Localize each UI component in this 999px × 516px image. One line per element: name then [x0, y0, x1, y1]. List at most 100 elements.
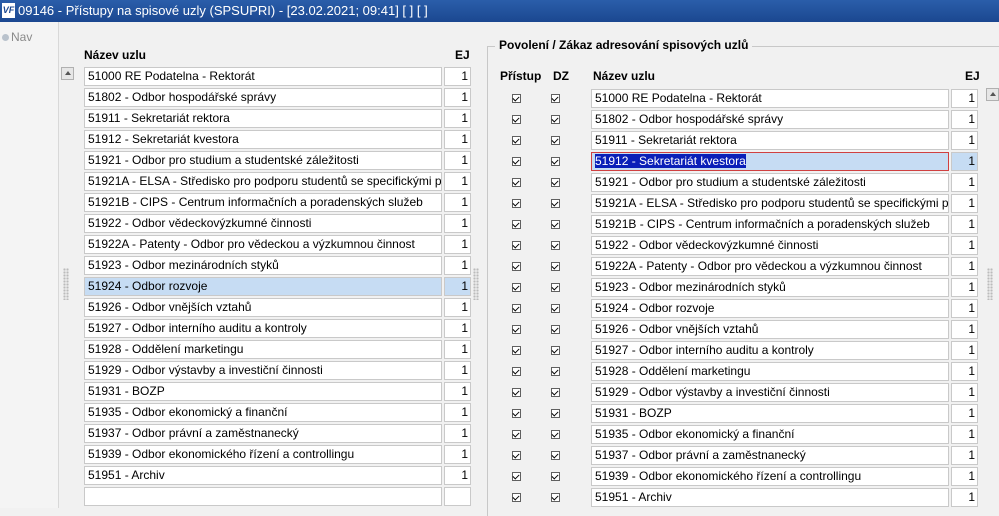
access-checkbox[interactable]: [512, 199, 521, 208]
right-row-name-field[interactable]: 51937 - Odbor právní a zaměstnanecký: [591, 446, 949, 465]
middle-splitter-grip-icon[interactable]: [473, 268, 479, 300]
right-row-ej-field[interactable]: 1: [951, 215, 978, 234]
right-row-name-field[interactable]: 51951 - Archiv: [591, 488, 949, 507]
left-row-ej-field[interactable]: 1: [444, 424, 471, 443]
left-splitter-grip-icon[interactable]: [63, 268, 69, 300]
dz-checkbox[interactable]: [551, 367, 560, 376]
left-row-name-field[interactable]: 51922 - Odbor vědeckovýzkumné činnosti: [84, 214, 442, 233]
dz-checkbox[interactable]: [551, 283, 560, 292]
right-row-name-field[interactable]: 51921B - CIPS - Centrum informačních a p…: [591, 215, 949, 234]
left-row-name-field[interactable]: 51921B - CIPS - Centrum informačních a p…: [84, 193, 442, 212]
dz-checkbox[interactable]: [551, 304, 560, 313]
left-scroll-up-icon[interactable]: [61, 67, 74, 80]
right-row-ej-field[interactable]: 1: [951, 152, 978, 171]
right-row-ej-field[interactable]: 1: [951, 404, 978, 423]
access-checkbox[interactable]: [512, 262, 521, 271]
dz-checkbox[interactable]: [551, 325, 560, 334]
access-checkbox[interactable]: [512, 220, 521, 229]
access-checkbox[interactable]: [512, 472, 521, 481]
left-row-name-field[interactable]: 51935 - Odbor ekonomický a finanční: [84, 403, 442, 422]
dz-checkbox[interactable]: [551, 136, 560, 145]
right-row-ej-field[interactable]: 1: [951, 110, 978, 129]
left-row-name-field[interactable]: 51802 - Odbor hospodářské správy: [84, 88, 442, 107]
left-row-name-field[interactable]: 51921 - Odbor pro studium a studentské z…: [84, 151, 442, 170]
right-row-name-field[interactable]: 51928 - Oddělení marketingu: [591, 362, 949, 381]
left-row-ej-field[interactable]: 1: [444, 382, 471, 401]
access-checkbox[interactable]: [512, 136, 521, 145]
access-checkbox[interactable]: [512, 409, 521, 418]
dz-checkbox[interactable]: [551, 199, 560, 208]
access-checkbox[interactable]: [512, 115, 521, 124]
left-row-ej-field[interactable]: 1: [444, 403, 471, 422]
left-row-name-field[interactable]: 51922A - Patenty - Odbor pro vědeckou a …: [84, 235, 442, 254]
right-row-name-field[interactable]: 51921 - Odbor pro studium a studentské z…: [591, 173, 949, 192]
left-row-name-field[interactable]: 51926 - Odbor vnějších vztahů: [84, 298, 442, 317]
left-row-ej-field[interactable]: [444, 487, 471, 506]
dz-checkbox[interactable]: [551, 262, 560, 271]
right-row-name-field[interactable]: 51911 - Sekretariát rektora: [591, 131, 949, 150]
left-row-ej-field[interactable]: 1: [444, 130, 471, 149]
right-row-name-field[interactable]: 51912 - Sekretariát kvestora: [591, 152, 949, 171]
access-checkbox[interactable]: [512, 304, 521, 313]
left-row-ej-field[interactable]: 1: [444, 319, 471, 338]
left-row-name-field[interactable]: 51000 RE Podatelna - Rektorát: [84, 67, 442, 86]
right-row-name-field[interactable]: 51924 - Odbor rozvoje: [591, 299, 949, 318]
right-scroll-up-icon[interactable]: [986, 88, 999, 101]
dz-checkbox[interactable]: [551, 388, 560, 397]
left-row-ej-field[interactable]: 1: [444, 445, 471, 464]
access-checkbox[interactable]: [512, 94, 521, 103]
right-row-ej-field[interactable]: 1: [951, 194, 978, 213]
right-row-ej-field[interactable]: 1: [951, 320, 978, 339]
right-row-name-field[interactable]: 51927 - Odbor interního auditu a kontrol…: [591, 341, 949, 360]
access-checkbox[interactable]: [512, 367, 521, 376]
right-row-name-field[interactable]: 51802 - Odbor hospodářské správy: [591, 110, 949, 129]
left-row-ej-field[interactable]: 1: [444, 214, 471, 233]
dz-checkbox[interactable]: [551, 157, 560, 166]
dz-checkbox[interactable]: [551, 472, 560, 481]
nav-button[interactable]: Nav: [2, 30, 32, 44]
right-row-ej-field[interactable]: 1: [951, 236, 978, 255]
access-checkbox[interactable]: [512, 346, 521, 355]
left-row-ej-field[interactable]: 1: [444, 361, 471, 380]
left-row-name-field[interactable]: 51951 - Archiv: [84, 466, 442, 485]
access-checkbox[interactable]: [512, 430, 521, 439]
left-row-name-field[interactable]: 51923 - Odbor mezinárodních styků: [84, 256, 442, 275]
left-row-name-field[interactable]: 51937 - Odbor právní a zaměstnanecký: [84, 424, 442, 443]
right-row-name-field[interactable]: 51923 - Odbor mezinárodních styků: [591, 278, 949, 297]
right-row-ej-field[interactable]: 1: [951, 299, 978, 318]
dz-checkbox[interactable]: [551, 178, 560, 187]
access-checkbox[interactable]: [512, 157, 521, 166]
dz-checkbox[interactable]: [551, 451, 560, 460]
dz-checkbox[interactable]: [551, 346, 560, 355]
right-row-ej-field[interactable]: 1: [951, 425, 978, 444]
dz-checkbox[interactable]: [551, 241, 560, 250]
right-row-name-field[interactable]: 51000 RE Podatelna - Rektorát: [591, 89, 949, 108]
right-row-name-field[interactable]: 51929 - Odbor výstavby a investiční činn…: [591, 383, 949, 402]
right-row-ej-field[interactable]: 1: [951, 446, 978, 465]
right-row-name-field[interactable]: 51926 - Odbor vnějších vztahů: [591, 320, 949, 339]
right-row-ej-field[interactable]: 1: [951, 278, 978, 297]
right-row-ej-field[interactable]: 1: [951, 341, 978, 360]
left-row-ej-field[interactable]: 1: [444, 88, 471, 107]
left-row-name-field[interactable]: 51912 - Sekretariát kvestora: [84, 130, 442, 149]
left-row-ej-field[interactable]: 1: [444, 277, 471, 296]
left-row-name-field[interactable]: [84, 487, 442, 506]
dz-checkbox[interactable]: [551, 409, 560, 418]
right-row-ej-field[interactable]: 1: [951, 488, 978, 507]
access-checkbox[interactable]: [512, 451, 521, 460]
access-checkbox[interactable]: [512, 325, 521, 334]
left-row-ej-field[interactable]: 1: [444, 109, 471, 128]
left-row-name-field[interactable]: 51939 - Odbor ekonomického řízení a cont…: [84, 445, 442, 464]
left-row-ej-field[interactable]: 1: [444, 235, 471, 254]
dz-checkbox[interactable]: [551, 115, 560, 124]
right-row-ej-field[interactable]: 1: [951, 362, 978, 381]
left-row-ej-field[interactable]: 1: [444, 340, 471, 359]
dz-checkbox[interactable]: [551, 220, 560, 229]
right-row-ej-field[interactable]: 1: [951, 131, 978, 150]
right-row-ej-field[interactable]: 1: [951, 173, 978, 192]
access-checkbox[interactable]: [512, 493, 521, 502]
left-row-name-field[interactable]: 51921A - ELSA - Středisko pro podporu st…: [84, 172, 442, 191]
dz-checkbox[interactable]: [551, 493, 560, 502]
left-row-name-field[interactable]: 51924 - Odbor rozvoje: [84, 277, 442, 296]
right-row-ej-field[interactable]: 1: [951, 467, 978, 486]
